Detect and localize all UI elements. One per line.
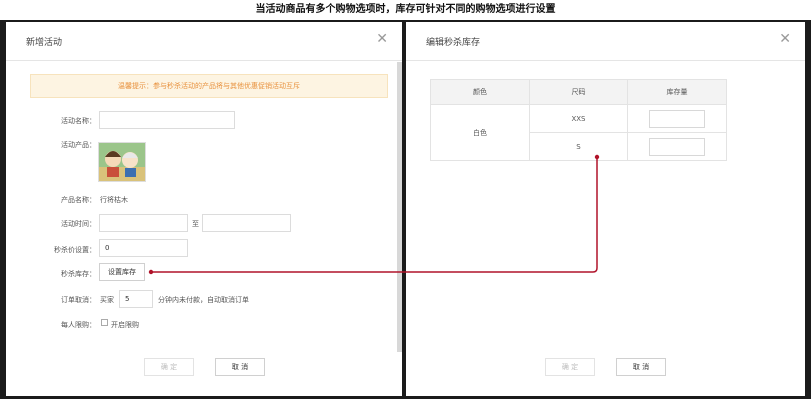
connector-arrow xyxy=(148,154,600,275)
